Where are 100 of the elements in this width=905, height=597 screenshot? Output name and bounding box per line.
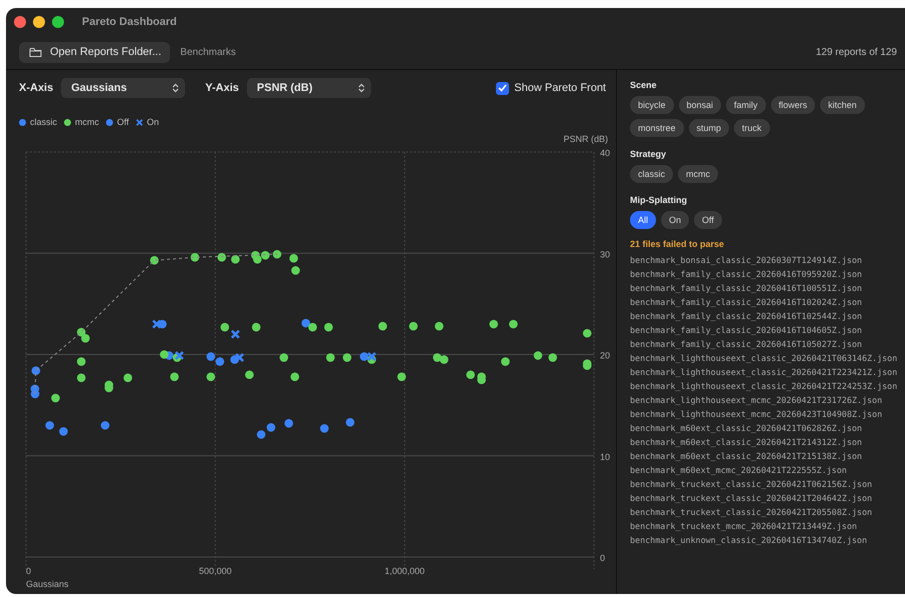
data-point [170, 372, 179, 382]
axis-tick-label: 20 [600, 350, 610, 360]
data-point [320, 424, 329, 433]
data-point [409, 322, 418, 330]
filter-chip[interactable]: All [630, 211, 656, 229]
filter-chip[interactable]: truck [734, 119, 770, 137]
data-point [367, 355, 376, 364]
y-axis-title: PSNR (dB) [563, 134, 608, 144]
data-point [366, 352, 377, 362]
data-point [30, 390, 40, 398]
data-point [206, 372, 216, 382]
data-point [76, 374, 86, 382]
data-point [326, 353, 335, 362]
filter-chip[interactable]: family [726, 96, 766, 114]
data-point [217, 253, 226, 262]
data-point [160, 350, 169, 359]
legend-label: classic [30, 117, 58, 127]
data-point [256, 430, 266, 439]
file-name: benchmark_lighthouseext_mcmc_20260423T104908Z.json [630, 408, 884, 421]
data-point [174, 350, 184, 360]
data-point [206, 352, 216, 361]
x-axis-label: X-Axis [19, 82, 54, 94]
data-point [45, 421, 54, 430]
data-point [190, 253, 200, 262]
file-name: benchmark_lighthouseext_mcmc_20260421T231726Z.json [630, 394, 884, 407]
data-point [284, 419, 294, 428]
data-point [440, 355, 448, 364]
chevron-icon [172, 83, 180, 93]
data-point [308, 322, 317, 332]
filter-chip[interactable]: stump [688, 119, 730, 137]
x-axis-title: Gaussians [26, 579, 69, 589]
data-point [220, 322, 230, 332]
data-point [104, 384, 114, 392]
data-point [434, 322, 444, 330]
data-point [81, 334, 90, 343]
data-point [290, 372, 300, 382]
axis-tick-label: 40 [600, 148, 610, 158]
filter-title: Mip-Splatting [630, 195, 688, 205]
legend-label: mcmc [75, 117, 100, 127]
data-point [280, 353, 288, 362]
close-button[interactable] [14, 16, 26, 28]
data-point [378, 322, 387, 330]
data-point [291, 266, 300, 275]
zoom-button[interactable] [52, 16, 64, 28]
data-point [245, 370, 254, 380]
pareto-checkbox-label: Show Pareto Front [514, 82, 606, 94]
pareto-checkbox[interactable] [496, 82, 510, 94]
filter-chip[interactable]: bicycle [630, 96, 674, 114]
filter-chip[interactable]: mcmc [678, 165, 718, 183]
file-name: benchmark_family_classic_20260416T100551Z.json [630, 282, 863, 295]
data-point [489, 320, 498, 328]
filter-chip[interactable]: classic [630, 165, 674, 183]
filter-title: Scene [630, 80, 658, 90]
file-name: benchmark_lighthouseext_classic_20260421T063146Z.json [630, 352, 898, 365]
legend-label: Off [117, 117, 129, 127]
filter-chip[interactable]: flowers [770, 96, 816, 114]
folder-icon [29, 46, 42, 58]
data-point [266, 423, 276, 432]
data-point [216, 357, 224, 366]
file-name: benchmark_m60ext_classic_20260421T062826Z.json [630, 422, 863, 435]
data-point [360, 352, 368, 361]
file-name: benchmark_bonsai_classic_20260307T124914Z.json [630, 254, 863, 267]
file-name: benchmark_family_classic_20260416T102024Z.json [630, 296, 863, 309]
file-name: benchmark_family_classic_20260416T104605Z.json [630, 324, 863, 337]
filter-chip[interactable]: On [661, 211, 690, 229]
data-point [261, 250, 270, 260]
data-point [124, 374, 132, 382]
data-point [59, 427, 68, 436]
file-name: benchmark_m60ext_classic_20260421T215138Z.json [630, 450, 863, 463]
filter-title: Strategy [630, 149, 668, 159]
data-point [252, 322, 261, 332]
window-title: Pareto Dashboard [82, 16, 177, 28]
data-point [100, 421, 110, 430]
data-point [477, 376, 486, 384]
data-point [230, 355, 239, 364]
data-point [32, 366, 40, 375]
data-point [76, 357, 86, 366]
data-point [253, 255, 262, 264]
data-point [534, 351, 542, 360]
report-count: 129 reports of 129 [816, 46, 897, 58]
data-point [150, 256, 159, 265]
axis-tick-label: 10 [600, 452, 610, 462]
file-name: benchmark_unknown_classic_20260416T134740Z.json [630, 534, 868, 547]
data-point [501, 357, 510, 366]
x-axis-select[interactable]: Gaussians [61, 78, 186, 98]
file-name: benchmark_lighthouseext_classic_20260421T224253Z.json [630, 380, 898, 393]
filter-chip[interactable]: kitchen [820, 96, 865, 114]
y-axis-select[interactable]: PSNR (dB) [246, 78, 371, 98]
y-axis-label: Y-Axis [205, 82, 239, 94]
file-name: benchmark_family_classic_20260416T095920Z.json [630, 268, 863, 281]
file-name: benchmark_m60ext_mcmc_20260421T222555Z.json [630, 464, 848, 477]
filter-chip[interactable]: Off [694, 211, 722, 229]
minimize-button[interactable] [33, 16, 45, 28]
open-folder-button[interactable]: Open Reports Folder... [19, 42, 170, 62]
filter-chip[interactable]: monstree [630, 119, 684, 137]
data-point [231, 255, 240, 264]
file-name: benchmark_truckext_mcmc_20260421T213449Z.json [630, 520, 858, 533]
section-label: Benchmarks [180, 46, 236, 58]
error-summary: 21 files failed to parse [630, 239, 726, 249]
filter-chip[interactable]: bonsai [678, 96, 722, 114]
